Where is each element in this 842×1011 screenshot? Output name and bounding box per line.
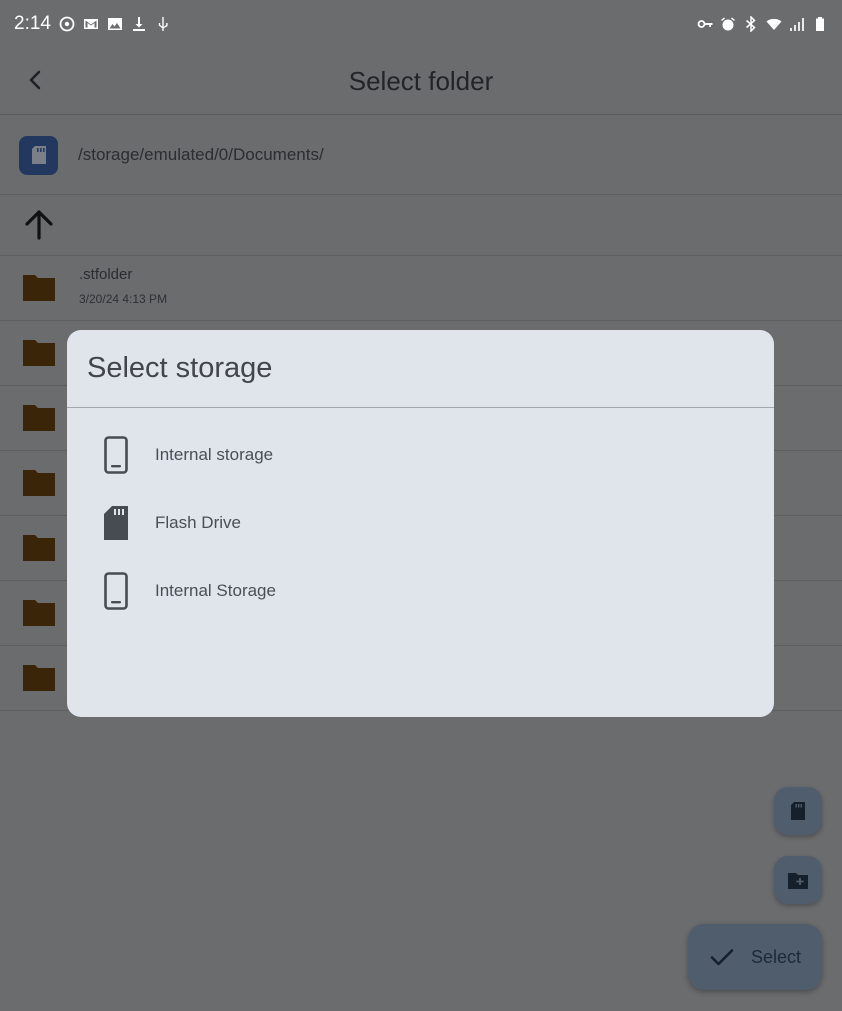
status-time: 2:14 bbox=[14, 13, 51, 34]
status-bar-left: 2:14 bbox=[14, 13, 171, 35]
sd-card-icon bbox=[104, 506, 128, 540]
folder-row[interactable]: .stfolder 3/20/24 4:13 PM bbox=[0, 256, 842, 321]
sd-card-icon bbox=[19, 135, 58, 175]
sd-card-icon bbox=[791, 802, 805, 820]
storage-item-flash-drive[interactable]: Flash Drive bbox=[67, 494, 774, 554]
sync-icon bbox=[59, 16, 75, 32]
download-icon bbox=[131, 16, 147, 32]
status-bar-right bbox=[697, 16, 828, 32]
phone-icon bbox=[104, 436, 128, 474]
folder-name: .stfolder bbox=[79, 266, 133, 283]
storage-item-internal-storage[interactable]: Internal storage bbox=[67, 426, 774, 486]
phone-icon bbox=[104, 572, 128, 610]
storage-item-internal-storage-2[interactable]: Internal Storage bbox=[67, 562, 774, 622]
page-title: Select folder bbox=[348, 65, 494, 96]
wifi-icon bbox=[766, 16, 782, 32]
usb-icon bbox=[155, 16, 171, 32]
folder-icon bbox=[23, 340, 55, 366]
folder-icon bbox=[23, 275, 55, 301]
chevron-left-icon bbox=[29, 70, 41, 90]
storage-item-label: Internal storage bbox=[155, 445, 274, 464]
gallery-icon bbox=[107, 16, 123, 32]
bluetooth-icon bbox=[743, 16, 759, 32]
storage-path-bar[interactable]: /storage/emulated/0/Documents/ bbox=[0, 116, 842, 195]
folder-icon bbox=[23, 470, 55, 496]
folder-icon bbox=[23, 665, 55, 691]
dialog-title: Select storage bbox=[67, 330, 774, 408]
current-path: /storage/emulated/0/Documents/ bbox=[78, 145, 324, 164]
app-bar: Select folder bbox=[0, 48, 842, 115]
status-bar: 2:14 bbox=[0, 0, 842, 48]
folder-icon bbox=[23, 405, 55, 431]
battery-icon bbox=[812, 16, 828, 32]
new-folder-fab[interactable] bbox=[774, 856, 822, 904]
check-icon bbox=[710, 949, 734, 966]
folder-icon bbox=[23, 600, 55, 626]
storage-item-label: Internal Storage bbox=[155, 581, 276, 600]
create-new-folder-icon bbox=[788, 873, 808, 889]
signal-icon bbox=[789, 16, 805, 32]
folder-icon bbox=[23, 535, 55, 561]
select-storage-fab[interactable] bbox=[774, 787, 822, 835]
select-storage-dialog: Select storage Internal storage Flash Dr… bbox=[67, 330, 774, 717]
arrow-up-icon bbox=[25, 210, 53, 240]
back-button[interactable] bbox=[18, 62, 54, 98]
parent-directory-row[interactable] bbox=[0, 195, 842, 256]
folder-date: 3/20/24 4:13 PM bbox=[79, 292, 168, 306]
select-folder-button[interactable]: Select bbox=[688, 924, 822, 990]
vpn-key-icon bbox=[697, 16, 713, 32]
select-button-label: Select bbox=[750, 946, 802, 967]
storage-item-label: Flash Drive bbox=[155, 513, 241, 532]
gmail-icon bbox=[83, 16, 99, 32]
alarm-icon bbox=[720, 16, 736, 32]
